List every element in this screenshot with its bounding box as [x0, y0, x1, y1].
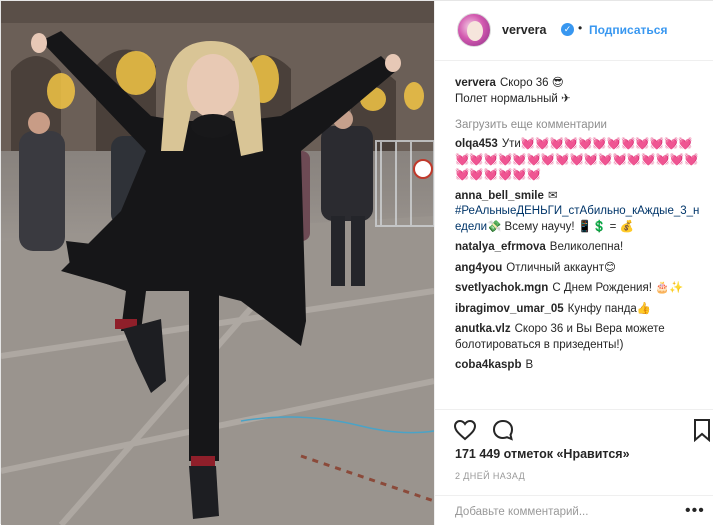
comment-text: Кунфу панда👍 [567, 302, 652, 315]
post-photo[interactable] [1, 1, 434, 525]
action-bar [435, 409, 713, 449]
more-options-icon[interactable]: ••• [685, 502, 705, 520]
comment-item: anna_bell_smile ✉ #РеАльныеДЕНЬГИ_стАбиль… [455, 189, 705, 236]
comment-input[interactable] [455, 503, 655, 521]
comment-text: ✉ [547, 189, 558, 202]
comment-username[interactable]: anutka.vlz [455, 323, 511, 335]
caption: ververa Скоро 36 😎 Полет нормальный ✈ [455, 76, 705, 107]
comment-username[interactable]: ang4you [455, 262, 502, 274]
photo-illustration [1, 1, 434, 525]
likes-count[interactable]: 171 449 отметок «Нравится» [455, 447, 630, 461]
caption-text: Скоро 36 😎 [499, 77, 564, 89]
comment-item: olqa453 Ути💓💓💓💓💓💓💓💓💓💓💓💓💓💓💓💓💓💓💓💓💓💓💓💓💓💓💓💓💓💓… [455, 137, 705, 184]
load-more-comments-button[interactable]: Загрузить еще комментарии [455, 119, 705, 131]
heart-icon[interactable] [453, 418, 477, 442]
comment-item: natalya_efrmova Великолепна! [455, 240, 705, 256]
comment-text-after: Всему научу! 📱💲 = 💰 [501, 220, 634, 233]
comment-item: ibragimov_umar_05 Кунфу панда👍 [455, 302, 705, 318]
comments-list: ververa Скоро 36 😎 Полет нормальный ✈ Заг… [455, 76, 705, 409]
post-sidebar: ververa ✓ • Подписаться ververa Скоро 36 … [434, 1, 713, 525]
caption-username[interactable]: ververa [455, 77, 496, 89]
post-timestamp[interactable]: 2 ДНЕЙ НАЗАД [455, 471, 525, 481]
follow-button[interactable]: Подписаться [589, 23, 667, 37]
comment-item: ang4you Отличный аккаунт😊 [455, 261, 705, 277]
comment-username[interactable]: coba4kaspb [455, 359, 521, 371]
comment-text: Отличный аккаунт😊 [506, 261, 616, 274]
comment-item: svetlyachok.mgn С Днем Рождения! 🎂✨ [455, 281, 705, 297]
verified-badge-icon: ✓ [561, 23, 574, 36]
comment-bubble-icon[interactable] [491, 418, 515, 442]
comment-username[interactable]: natalya_efrmova [455, 241, 546, 253]
comment-text: С Днем Рождения! 🎂✨ [552, 282, 684, 294]
comment-item: anutka.vlz Скоро 36 и Вы Вера можете боло… [455, 322, 705, 353]
add-comment-bar: ••• [435, 495, 713, 525]
comment-item: coba4kaspb В [455, 358, 705, 374]
comment-text: В [525, 359, 534, 371]
comment-username[interactable]: olqa453 [455, 138, 498, 150]
avatar[interactable] [457, 13, 491, 47]
comment-text: Великолепна! [549, 241, 624, 253]
comment-username[interactable]: ibragimov_umar_05 [455, 303, 564, 315]
instagram-post: ververa ✓ • Подписаться ververa Скоро 36 … [0, 0, 713, 525]
separator-dot: • [578, 21, 583, 35]
bookmark-icon[interactable] [693, 418, 711, 442]
comment-username[interactable]: svetlyachok.mgn [455, 282, 548, 294]
post-header: ververa ✓ • Подписаться [435, 1, 713, 61]
caption-text-line2: Полет нормальный ✈ [455, 92, 571, 105]
comment-username[interactable]: anna_bell_smile [455, 190, 544, 202]
username-link[interactable]: ververa [502, 23, 547, 37]
